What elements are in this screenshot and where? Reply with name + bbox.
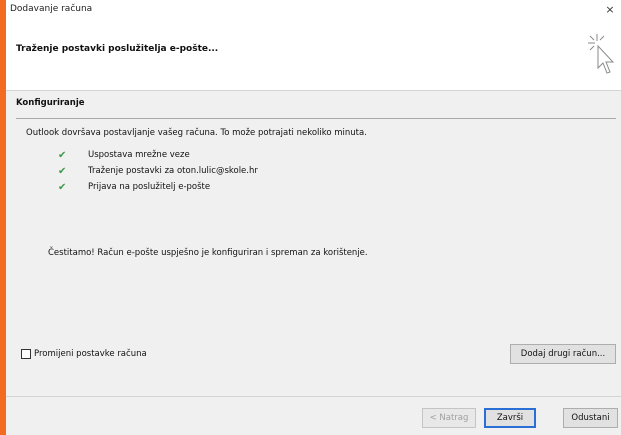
cancel-button[interactable]: Odustani xyxy=(563,408,618,428)
back-button[interactable]: < Natrag xyxy=(422,408,476,428)
step-item: ✔ Traženje postavki za oton.lulic@skole.… xyxy=(58,163,258,179)
button-bar: < Natrag Završi Odustani xyxy=(6,396,621,435)
change-settings-label[interactable]: Promijeni postavke računa xyxy=(34,349,147,359)
change-settings-option[interactable]: Promijeni postavke računa xyxy=(21,349,147,359)
window-title: Dodavanje računa xyxy=(10,4,93,14)
title-bar: Dodavanje računa × xyxy=(6,0,621,20)
change-settings-checkbox[interactable] xyxy=(21,349,31,359)
step-label: Prijava na poslužitelj e-pošte xyxy=(88,182,211,192)
intro-text: Outlook dovršava postavljanje vašeg raču… xyxy=(26,128,367,138)
step-label: Uspostava mrežne veze xyxy=(88,150,190,160)
checkmark-icon: ✔ xyxy=(58,165,67,177)
add-another-account-button[interactable]: Dodaj drugi račun... xyxy=(510,344,616,364)
checkmark-icon: ✔ xyxy=(58,181,67,193)
section-divider xyxy=(16,118,616,119)
configuration-panel: Konfiguriranje Outlook dovršava postavlj… xyxy=(6,90,621,397)
close-icon[interactable]: × xyxy=(601,1,619,19)
progress-steps: ✔ Uspostava mrežne veze ✔ Traženje posta… xyxy=(58,147,258,195)
checkmark-icon: ✔ xyxy=(58,149,67,161)
finish-button[interactable]: Završi xyxy=(484,408,536,428)
header-title: Traženje postavki poslužitelja e-pošte..… xyxy=(16,44,219,54)
cursor-click-icon xyxy=(588,34,615,74)
header-band: Traženje postavki poslužitelja e-pošte..… xyxy=(6,20,621,90)
step-label: Traženje postavki za oton.lulic@skole.hr xyxy=(88,166,258,176)
step-item: ✔ Uspostava mrežne veze xyxy=(58,147,258,163)
success-message: Čestitamo! Račun e-pošte uspješno je kon… xyxy=(48,248,368,258)
add-account-dialog: Dodavanje računa × Traženje postavki pos… xyxy=(6,0,621,435)
step-item: ✔ Prijava na poslužitelj e-pošte xyxy=(58,179,258,195)
section-title: Konfiguriranje xyxy=(16,98,85,108)
